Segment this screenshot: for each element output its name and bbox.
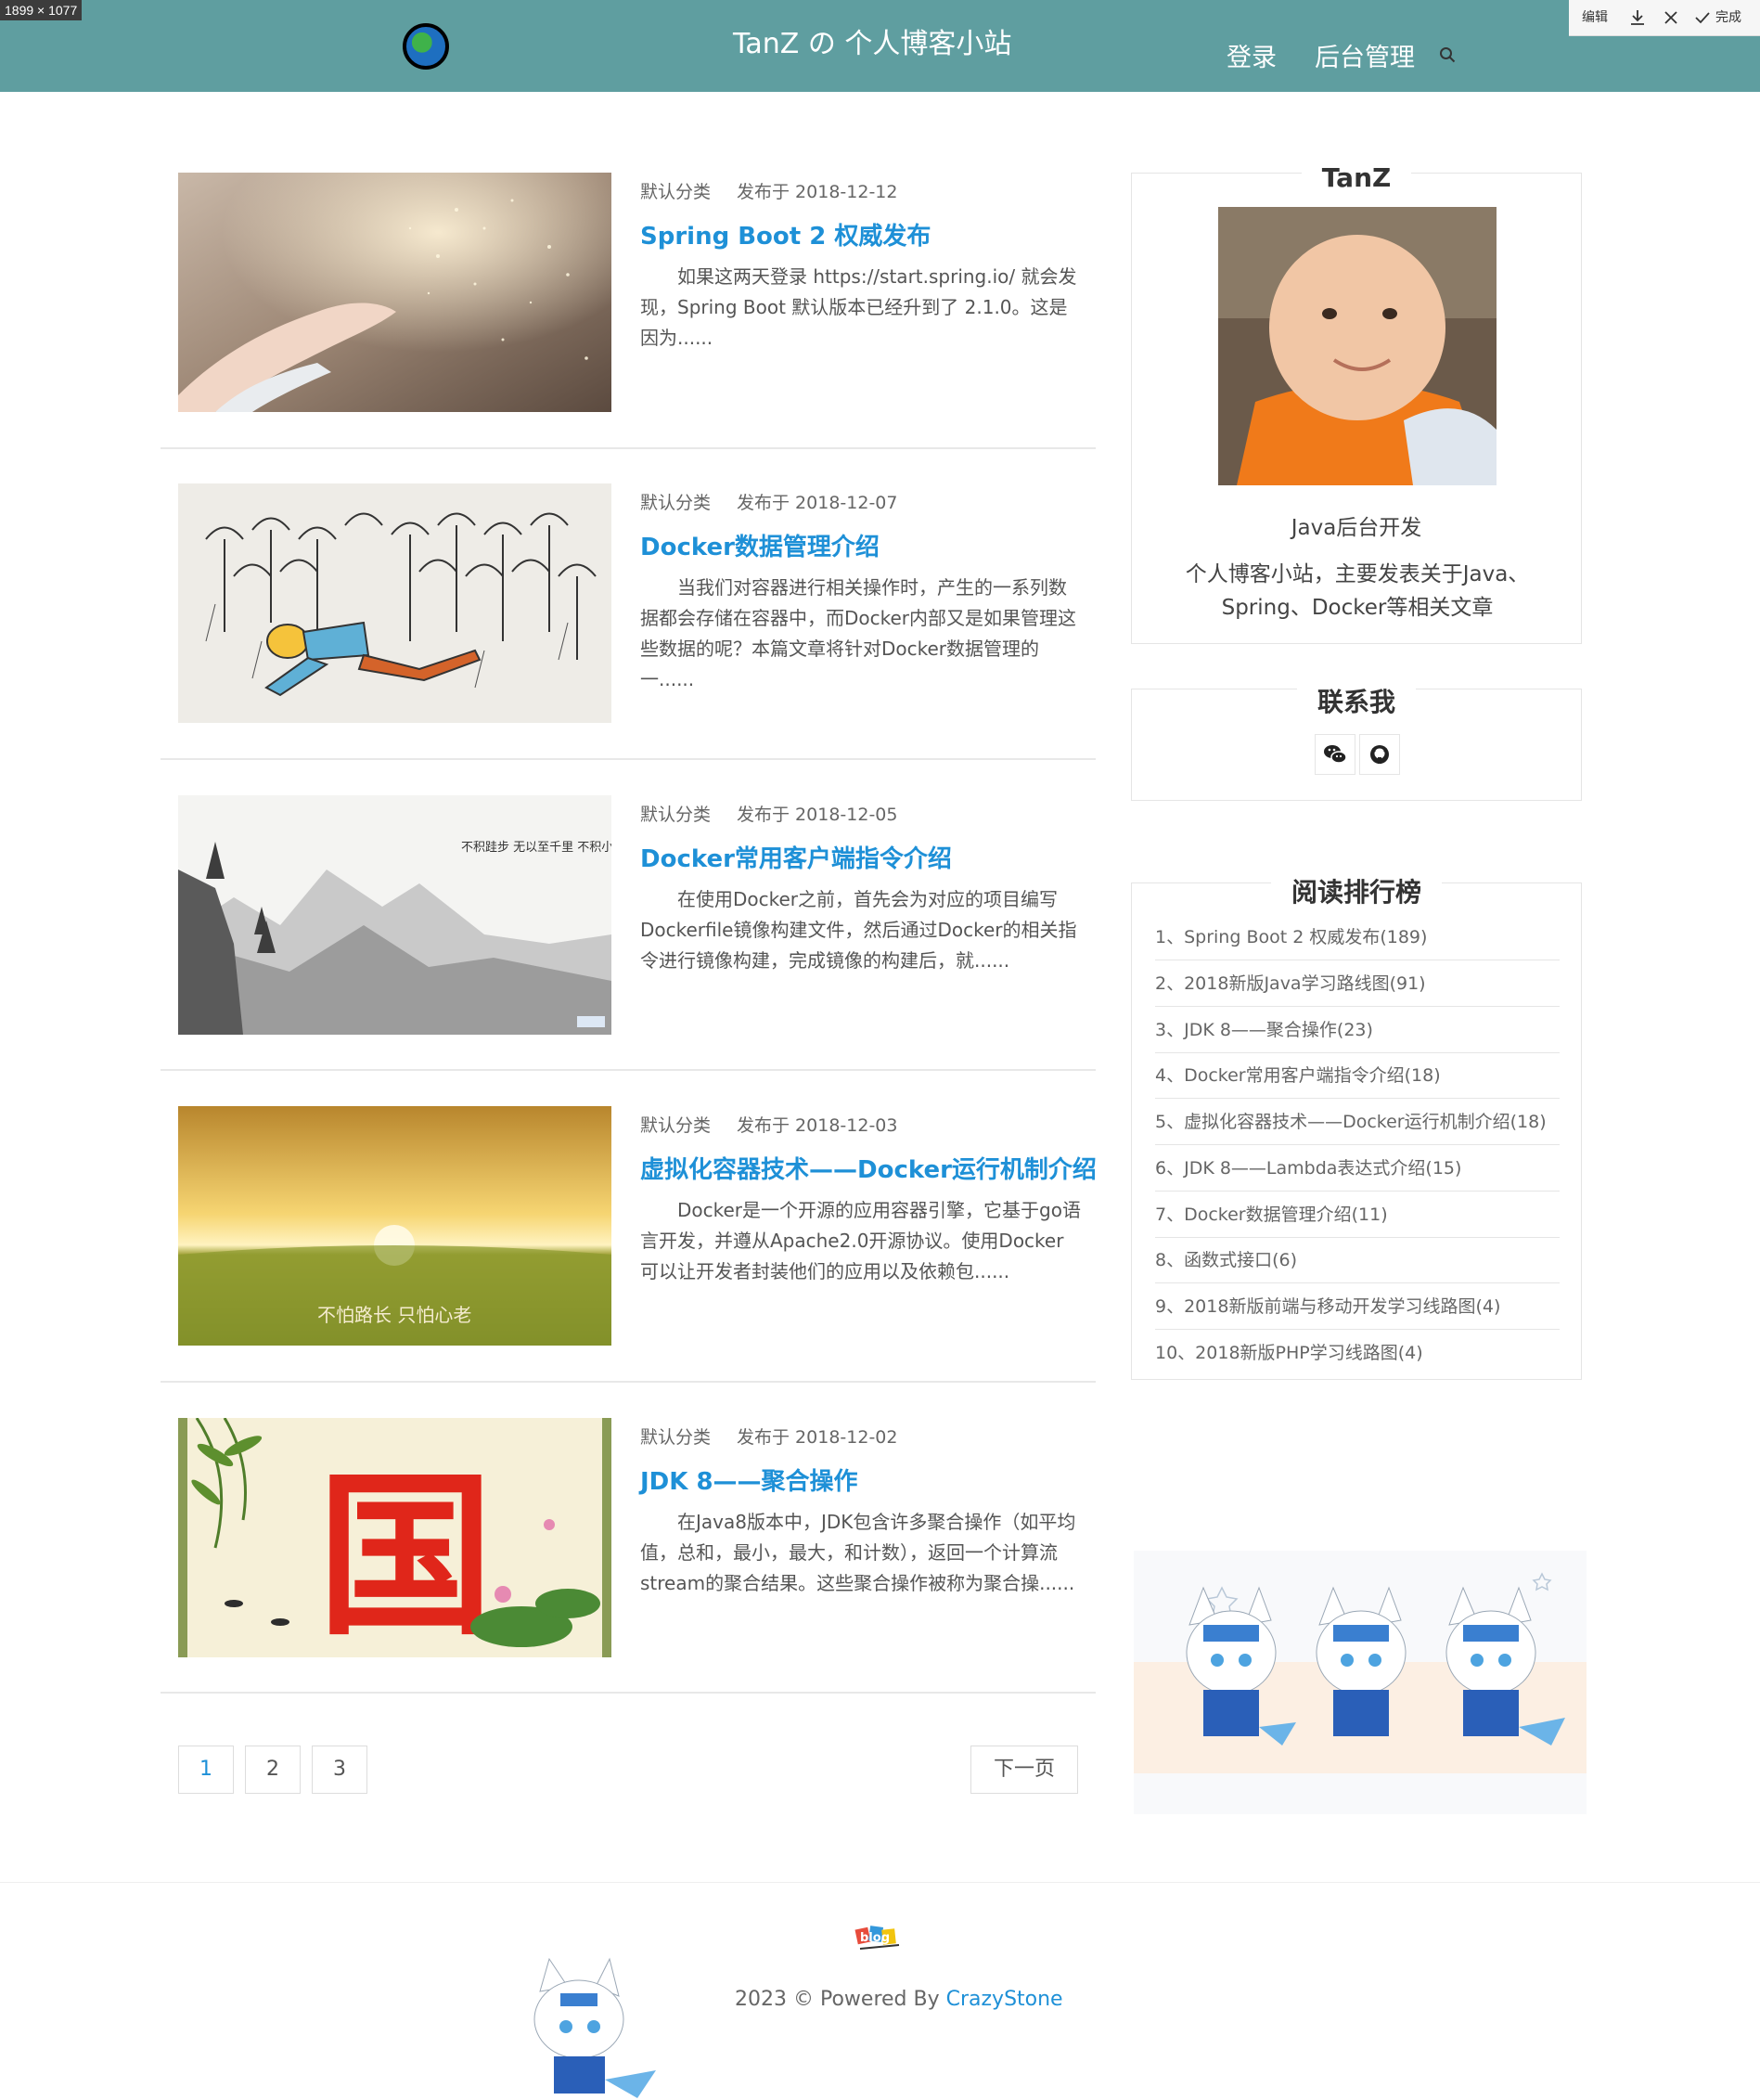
profile-bio: 个人博客小站，主要发表关于Java、Spring、Docker等相关文章 [1185,562,1530,620]
nav-login-link[interactable]: 登录 [1227,37,1277,73]
post-date: 发布于 2018-12-03 [737,1115,898,1136]
close-icon[interactable] [1662,8,1680,27]
page-link-1[interactable]: 1 [178,1746,234,1794]
post-divider [161,1692,1096,1694]
post-category: 默认分类 [640,805,712,825]
post-category: 默认分类 [640,1115,712,1136]
contact-panel: 联系我 [1131,687,1582,801]
page-link-2[interactable]: 2 [245,1746,301,1794]
rank-item[interactable]: 9、2018新版前端与移动开发学习线路图(4) [1155,1283,1560,1330]
post-title-link[interactable]: 虚拟化容器技术——Docker运行机制介绍 [640,1151,1097,1185]
post-thumbnail-big-character: 国 [317,1454,494,1657]
sidebar-anime-illustration [1134,1551,1587,1814]
screenshot-dimension-tag: 1899 × 1077 [0,0,83,20]
post-title-link[interactable]: Docker数据管理介绍 [640,528,880,562]
rank-item[interactable]: 4、Docker常用客户端指令介绍(18) [1155,1052,1560,1099]
rank-item[interactable]: 3、JDK 8——聚合操作(23) [1155,1007,1560,1053]
rank-item[interactable]: 1、Spring Boot 2 权威发布(189) [1155,914,1560,960]
post-divider [161,758,1096,760]
post-title-link[interactable]: Docker常用客户端指令介绍 [640,840,952,874]
nav-admin-link[interactable]: 后台管理 [1315,37,1415,73]
profile-role: Java后台开发 [1291,516,1422,540]
post-thumbnail-caption: 不怕路长 只怕心老 [317,1304,471,1326]
post-title-link[interactable]: Spring Boot 2 权威发布 [640,217,931,251]
profile-name: TanZ [1301,162,1412,193]
copyright-text: 2023 © Powered By [735,1988,946,2011]
post-thumbnail-ink-mountains[interactable]: 不积跬步 无以至千里 不积小流 无以成江海 [178,795,611,1035]
rank-item[interactable]: 8、函数式接口(6) [1155,1237,1560,1283]
site-logo-globe-icon[interactable] [403,23,449,70]
contact-title: 联系我 [1296,687,1416,717]
search-icon[interactable] [1439,46,1456,63]
page-link-3[interactable]: 3 [312,1746,367,1794]
post-excerpt: Docker是一个开源的应用容器引擎，它基于go语言开发，并遵从Apache2.… [640,1199,1081,1282]
github-icon[interactable] [1359,734,1400,775]
next-page-button[interactable]: 下一页 [970,1746,1078,1794]
footer-copyright: 2023 © Powered By CrazyStone [735,1988,1063,2011]
post-date: 发布于 2018-12-07 [737,493,898,513]
post-excerpt: 在Java8版本中，JDK包含许多聚合操作（如平均值，总和，最小，最大，和计数）… [640,1511,1076,1594]
capture-toolbar: 编辑 完成 [1569,0,1760,36]
check-icon[interactable] [1693,8,1712,27]
post-thumbnail-chinese-character[interactable]: 国 [178,1418,611,1657]
post-divider [161,1381,1096,1383]
post-divider [161,447,1096,449]
post-excerpt: 当我们对容器进行相关操作时，产生的一系列数据都会存储在容器中，而Docker内部… [640,576,1077,690]
footer-logo-text: blog [860,1931,890,1945]
post-excerpt: 如果这两天登录 https://start.spring.io/ 就会发现，Sp… [640,265,1077,349]
footer-divider [0,1882,1760,1883]
rank-item[interactable]: 7、Docker数据管理介绍(11) [1155,1192,1560,1238]
post-category: 默认分类 [640,1427,712,1448]
post-date: 发布于 2018-12-12 [737,182,898,202]
rank-item[interactable]: 2、2018新版Java学习路线图(91) [1155,960,1560,1007]
profile-avatar [1218,207,1497,485]
edit-button[interactable]: 编辑 [1582,7,1608,26]
rank-item[interactable]: 6、JDK 8——Lambda表达式介绍(15) [1155,1145,1560,1192]
post-category: 默认分类 [640,182,712,202]
post-date: 发布于 2018-12-02 [737,1427,898,1448]
download-icon[interactable] [1628,8,1647,27]
post-thumbnail-umbrellas-cartoon[interactable] [178,483,611,723]
post-thumbnail-sunset-field[interactable]: 不怕路长 只怕心老 [178,1106,611,1346]
profile-panel: TanZ Java后台开发 个人博客小站，主要发表关于Java、Spring、D… [1131,162,1582,644]
post-title-link[interactable]: JDK 8——聚合操作 [640,1462,858,1497]
post-divider [161,1069,1096,1071]
rank-item[interactable]: 5、虚拟化容器技术——Docker运行机制介绍(18) [1155,1099,1560,1145]
site-title[interactable]: TanZ の 个人博客小站 [733,20,1011,61]
post-thumbnail-hand-sparkles[interactable] [178,173,611,412]
post-date: 发布于 2018-12-05 [737,805,898,825]
done-button[interactable]: 完成 [1715,7,1741,26]
post-thumbnail-poem-text: 不积跬步 无以至千里 不积小流 无以成江海 [461,840,611,855]
reading-rank-panel: 阅读排行榜 1、Spring Boot 2 权威发布(189) 2、2018新版… [1131,877,1582,1380]
footer-anime-mascot [533,1957,656,2098]
reading-rank-title: 阅读排行榜 [1270,877,1442,908]
post-excerpt: 在使用Docker之前，首先会为对应的项目编写Dockerfile镜像构建文件，… [640,888,1077,972]
site-header: TanZ の 个人博客小站 登录 后台管理 [0,0,1760,92]
wechat-icon[interactable] [1315,734,1355,775]
rank-item[interactable]: 10、2018新版PHP学习线路图(4) [1155,1330,1560,1376]
footer-author-link[interactable]: CrazyStone [946,1988,1063,2011]
post-category: 默认分类 [640,493,712,513]
footer-blog-logo: blog [854,1926,900,1950]
